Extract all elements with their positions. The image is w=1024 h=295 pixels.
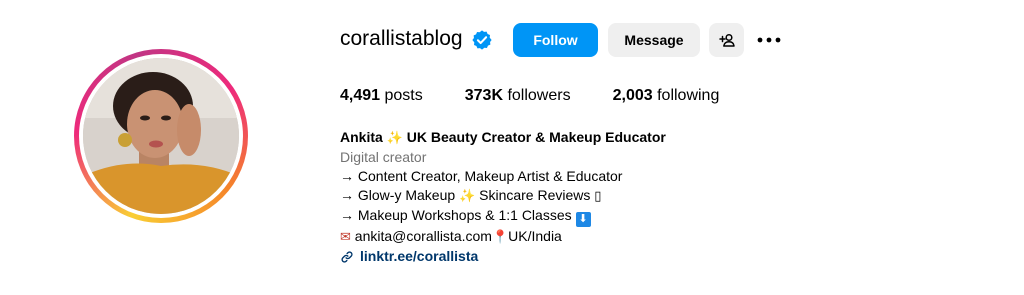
- bio-contact-line: ✉ ankita@corallista.com📍UK/India: [340, 227, 666, 247]
- category-label: Digital creator: [340, 149, 427, 165]
- follow-button[interactable]: Follow: [513, 23, 598, 57]
- message-button[interactable]: Message: [608, 23, 700, 57]
- avatar-border: [79, 54, 243, 218]
- email-text: ankita@corallista.com: [354, 228, 492, 244]
- following-count: 2,003: [612, 87, 653, 104]
- suggested-users-button[interactable]: [709, 23, 744, 57]
- followers-label: followers: [507, 87, 571, 104]
- envelope-icon: ✉: [340, 230, 351, 245]
- link-icon: [341, 250, 353, 263]
- sparkles-icon: ✨: [386, 131, 403, 146]
- bio-line-2-b: Skincare Reviews: [475, 187, 595, 203]
- posts-label: posts: [384, 87, 423, 104]
- more-options-button[interactable]: [756, 30, 782, 50]
- bio-line-2-a: → Glow-y Makeup: [340, 187, 460, 203]
- bio-name-line: Ankita ✨ UK Beauty Creator & Makeup Educ…: [340, 128, 666, 148]
- bio-line-1: → Content Creator, Makeup Artist & Educa…: [340, 168, 623, 184]
- location-text: UK/India: [508, 228, 562, 244]
- full-name: Ankita: [340, 129, 383, 145]
- pin-icon: 📍: [491, 230, 509, 245]
- verified-badge-icon: [472, 30, 492, 50]
- headline: UK Beauty Creator & Makeup Educator: [406, 129, 666, 145]
- avatar-image: [83, 58, 239, 214]
- down-arrow-glyph: ⬇: [578, 213, 588, 225]
- bio-line-3: → Makeup Workshops & 1:1 Classes ⬇: [340, 206, 666, 227]
- down-arrow-icon: ⬇: [575, 212, 591, 227]
- bio-line-2-tail: ▯: [594, 189, 602, 204]
- avatar[interactable]: [83, 58, 239, 214]
- link-text[interactable]: linktr.ee/corallista: [360, 247, 478, 266]
- stat-following[interactable]: 2,003 following: [613, 87, 720, 105]
- avatar-ring[interactable]: [74, 49, 248, 223]
- posts-count: 4,491: [340, 87, 381, 104]
- following-label: following: [657, 87, 720, 104]
- followers-count: 373K: [464, 87, 503, 104]
- sparkles-icon: ✨: [459, 189, 476, 204]
- stat-posts: 4,491 posts: [340, 87, 423, 105]
- bio: Ankita ✨ UK Beauty Creator & Makeup Educ…: [340, 128, 666, 266]
- bio-line-3-text: → Makeup Workshops & 1:1 Classes: [340, 207, 576, 223]
- bio-line-2: → Glow-y Makeup ✨ Skincare Reviews ▯: [340, 186, 666, 206]
- bio-link[interactable]: linktr.ee/corallista: [340, 247, 666, 266]
- add-user-icon: [718, 33, 735, 47]
- username[interactable]: corallistablog: [340, 27, 463, 51]
- stat-followers[interactable]: 373K followers: [465, 87, 571, 105]
- profile-stats: 4,491 posts 373K followers 2,003 followi…: [340, 87, 719, 105]
- more-icon: [757, 37, 781, 43]
